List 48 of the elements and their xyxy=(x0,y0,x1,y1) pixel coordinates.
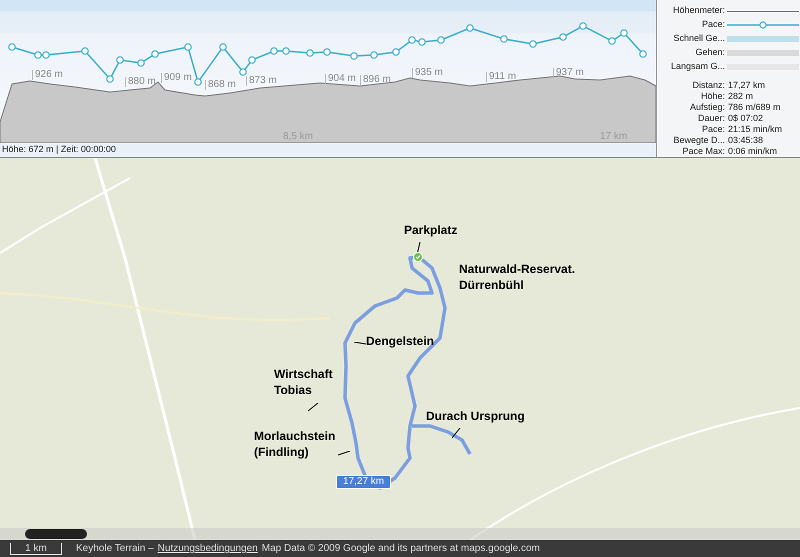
terms-link[interactable]: Nutzungsbedingungen xyxy=(158,541,258,556)
stat-value: 17,27 km xyxy=(728,78,766,92)
stat-value: 282 m xyxy=(728,90,754,103)
stat-label: Bewegte D... xyxy=(672,134,725,147)
map-annotation: Wirtschaft Tobias xyxy=(274,366,333,398)
status-text: Höhe: 672 m | Zeit: 00:00:00 xyxy=(2,142,116,156)
elevation-label: 937 m xyxy=(553,68,584,78)
legend-label: Langsam G... xyxy=(670,60,725,74)
legend-label: Gehen: xyxy=(694,46,725,60)
stat-value: 786 m/689 m xyxy=(728,100,781,114)
elevation-label: 880 m xyxy=(125,77,156,87)
map-annotation: Durach Ursprung xyxy=(426,408,525,424)
elevation-label: 911 m xyxy=(486,72,516,82)
map-annotation: Dengelstein xyxy=(366,333,434,349)
legend-label: Schnell Ge... xyxy=(672,32,725,46)
leader-line xyxy=(308,403,319,412)
route-distance-badge: 17,27 km xyxy=(336,475,392,489)
start-marker-icon xyxy=(413,252,423,262)
elevation-label: 873 m xyxy=(246,76,277,86)
imagery-source: Keyhole Terrain – xyxy=(76,542,154,556)
stat-label: Aufstieg: xyxy=(688,100,725,114)
stat-value: 0:06 min/km xyxy=(728,144,778,158)
scroll-handle[interactable] xyxy=(25,529,87,539)
stat-value: 03:45:38 xyxy=(728,134,764,147)
map-annotation: Naturwald-Reservat. Dürrenbühl xyxy=(459,261,576,293)
map-credit: Map Data © 2009 Google and its partners at maps.google.com xyxy=(262,542,540,556)
elevation-label: 904 m xyxy=(325,74,356,84)
leader-line xyxy=(354,342,367,345)
elevation-label: 909 m xyxy=(161,73,192,83)
map-annotation: Parkplatz xyxy=(404,222,458,238)
leader-line xyxy=(452,428,461,439)
legend-label: Pace: xyxy=(700,18,725,32)
stat-label: Pace: xyxy=(700,122,725,136)
stat-label: Dauer: xyxy=(696,112,725,125)
leader-line xyxy=(338,451,351,456)
stat-label: Pace Max: xyxy=(681,145,725,158)
elevation-line-swatch xyxy=(727,10,799,12)
stat-label: Distanz: xyxy=(691,78,725,92)
elevation-label: 896 m xyxy=(360,75,391,85)
elevation-label: 868 m xyxy=(205,80,236,90)
scale-bar: 1 km xyxy=(10,542,62,554)
stat-value: 0$ 07:02 xyxy=(728,112,764,125)
stat-label: Höhe: xyxy=(700,90,725,103)
map-annotation: Morlauchstein (Findling) xyxy=(254,428,336,460)
elevation-label: 926 m xyxy=(32,70,63,80)
legend-label: Höhenmeter: xyxy=(672,4,725,18)
stat-value: 21:15 min/km xyxy=(728,122,782,136)
elevation-label: 935 m xyxy=(412,68,443,78)
